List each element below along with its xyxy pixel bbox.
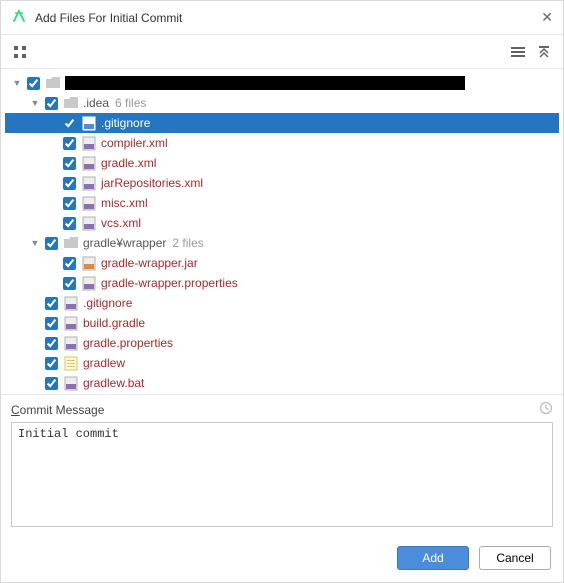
file-count: 6 files [115, 96, 146, 110]
tree-row-gitignore-root[interactable]: .gitignore [5, 293, 559, 313]
tree-row-gradlewbat[interactable]: gradlew.bat [5, 373, 559, 393]
tree-row-root[interactable]: ▼■ [5, 73, 559, 93]
tree-row-vcs[interactable]: vcs.xml [5, 213, 559, 233]
file-name: build.gradle [83, 316, 145, 330]
expand-all-icon[interactable] [535, 43, 553, 61]
file-checkbox[interactable] [63, 157, 76, 170]
jar-icon [81, 255, 97, 271]
tree-row-gw-jar[interactable]: gradle-wrapper.jar [5, 253, 559, 273]
tree-row-misc[interactable]: misc.xml [5, 193, 559, 213]
xml-icon [63, 315, 79, 331]
tree-row-compiler[interactable]: compiler.xml [5, 133, 559, 153]
file-name: gradle.xml [101, 156, 156, 170]
file-name: .gitignore [101, 116, 150, 130]
file-checkbox[interactable] [63, 277, 76, 290]
file-checkbox[interactable] [45, 317, 58, 330]
dir-icon [63, 235, 79, 251]
expander-icon[interactable]: ▼ [29, 238, 41, 248]
commit-message-label: Commit Message [11, 403, 104, 417]
android-studio-icon [11, 8, 27, 27]
file-name: gradlew [83, 356, 125, 370]
file-checkbox[interactable] [63, 257, 76, 270]
file-checkbox[interactable] [63, 117, 76, 130]
file-checkbox[interactable] [45, 97, 58, 110]
toolbar [1, 35, 563, 69]
file-checkbox[interactable] [45, 377, 58, 390]
file-checkbox[interactable] [27, 77, 40, 90]
dir-icon [45, 75, 61, 91]
dir-icon [63, 95, 79, 111]
tree-row-jarrepo[interactable]: jarRepositories.xml [5, 173, 559, 193]
tree-row-gitignore-idea[interactable]: .gitignore [5, 113, 559, 133]
tree-row-gradlewrapper[interactable]: ▼ gradle¥wrapper 2 files [5, 233, 559, 253]
xml-icon [81, 135, 97, 151]
xml-icon [81, 175, 97, 191]
expander-icon[interactable]: ▼ [29, 98, 41, 108]
file-name: gradle-wrapper.jar [101, 256, 198, 270]
file-name: gradle-wrapper.properties [101, 276, 238, 290]
file-name: gradlew.bat [83, 376, 144, 390]
diff-icon[interactable] [11, 43, 29, 61]
commit-header: Commit Message [11, 401, 553, 418]
file-name: vcs.xml [101, 216, 141, 230]
tree-row-gradleprops[interactable]: gradle.properties [5, 333, 559, 353]
generic-icon [63, 355, 79, 371]
file-checkbox[interactable] [63, 217, 76, 230]
file-checkbox[interactable] [45, 337, 58, 350]
dialog-buttons: Add Cancel [1, 538, 563, 582]
file-name: .gitignore [83, 296, 132, 310]
file-name: jarRepositories.xml [101, 176, 203, 190]
file-checkbox[interactable] [63, 197, 76, 210]
file-count: 2 files [172, 236, 203, 250]
tree-row-gw-prop[interactable]: gradle-wrapper.properties [5, 273, 559, 293]
file-checkbox[interactable] [63, 177, 76, 190]
file-tree[interactable]: ▼■▼.idea6 files.gitignorecompiler.xmlgra… [1, 69, 563, 395]
file-checkbox[interactable] [45, 237, 58, 250]
xml-icon [63, 375, 79, 391]
xml-icon [81, 195, 97, 211]
file-name: .idea [83, 96, 109, 110]
file-checkbox[interactable] [45, 297, 58, 310]
cancel-button[interactable]: Cancel [479, 546, 551, 570]
xml-icon [63, 335, 79, 351]
tree-row-buildgradle[interactable]: build.gradle [5, 313, 559, 333]
group-by-icon[interactable] [509, 43, 527, 61]
title-bar: Add Files For Initial Commit ✕ [1, 1, 563, 35]
xml-icon [63, 295, 79, 311]
commit-message-input[interactable] [11, 422, 553, 527]
dialog-title: Add Files For Initial Commit [35, 11, 182, 25]
expander-icon[interactable]: ▼ [11, 78, 23, 88]
xml-icon [81, 115, 97, 131]
file-checkbox[interactable] [63, 137, 76, 150]
commit-section: Commit Message [1, 395, 563, 538]
file-name: compiler.xml [101, 136, 168, 150]
file-checkbox[interactable] [45, 357, 58, 370]
redacted-root-path: ■ [65, 76, 465, 90]
tree-row-gradlexml[interactable]: gradle.xml [5, 153, 559, 173]
tree-row-idea[interactable]: ▼ .idea 6 files [5, 93, 559, 113]
history-icon[interactable] [539, 401, 553, 418]
file-name: gradle.properties [83, 336, 173, 350]
file-name: gradle¥wrapper [83, 236, 166, 250]
xml-icon [81, 275, 97, 291]
xml-icon [81, 215, 97, 231]
add-button[interactable]: Add [397, 546, 469, 570]
tree-row-gradlew[interactable]: gradlew [5, 353, 559, 373]
file-name: misc.xml [101, 196, 148, 210]
close-icon[interactable]: ✕ [541, 9, 553, 26]
xml-icon [81, 155, 97, 171]
